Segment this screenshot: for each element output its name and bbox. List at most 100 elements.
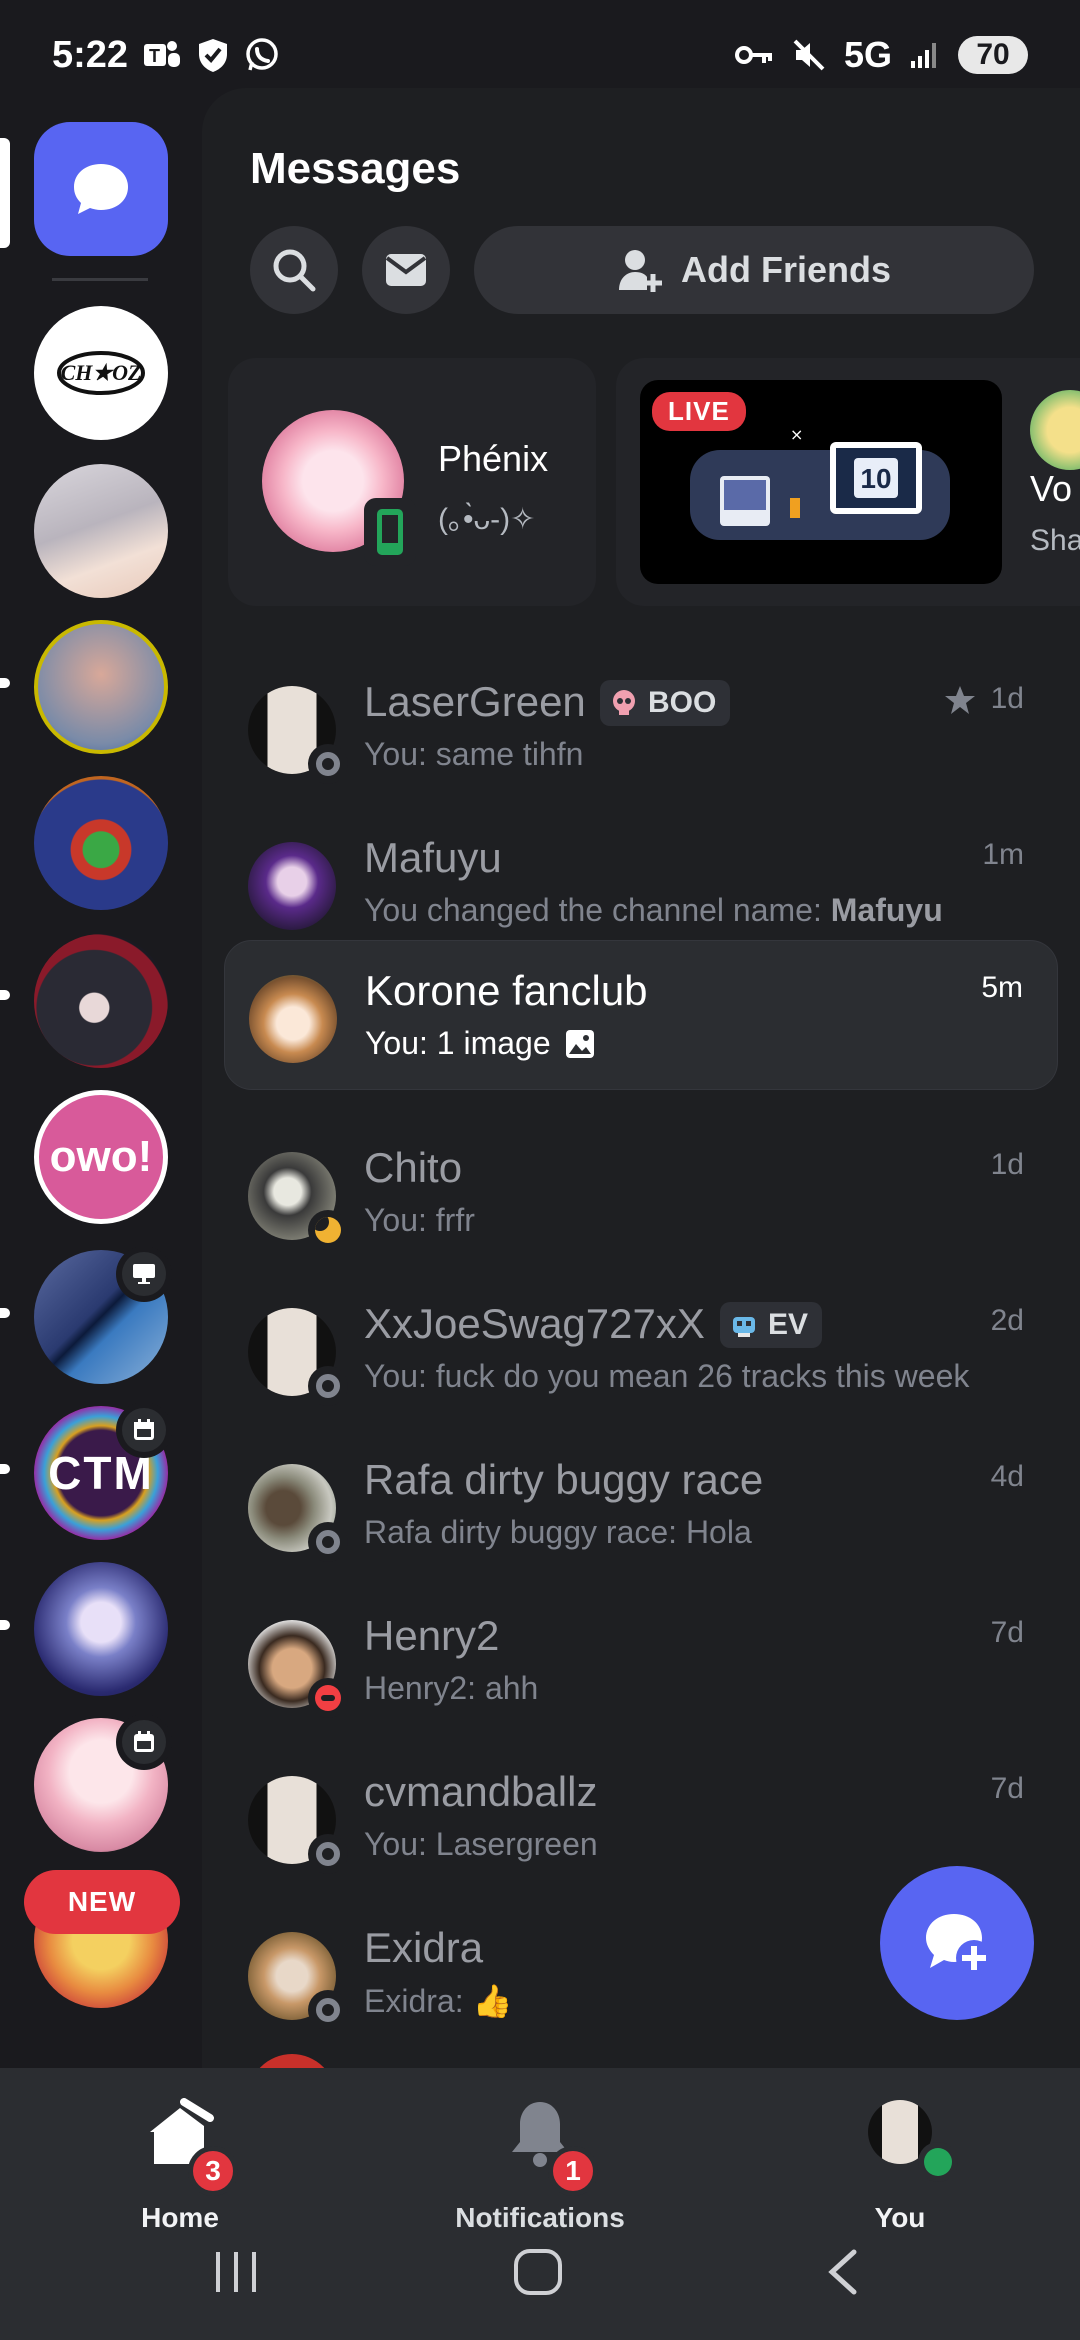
dm-preview: Exidra: 👍 xyxy=(364,1983,513,2019)
dm-row-chito[interactable]: Chito You: frfr 1d xyxy=(224,1118,1058,1268)
server-tag: EV xyxy=(720,1302,823,1348)
dm-row-lasergreen[interactable]: LaserGreen BOO You: same tihfn 1d xyxy=(224,652,1058,802)
add-friends-button[interactable]: Add Friends xyxy=(474,226,1034,314)
dm-row-rafa-dirty-buggy-race[interactable]: Rafa dirty buggy race Rafa dirty buggy r… xyxy=(224,1430,1058,1580)
svg-text:×: × xyxy=(790,425,803,444)
server-icon-2[interactable] xyxy=(34,464,168,598)
dm-preview: You: same tihfn xyxy=(364,736,584,772)
mute-icon xyxy=(793,39,825,71)
offline-status-icon xyxy=(308,1834,348,1874)
skull-icon xyxy=(608,687,640,719)
dm-name: Henry2 xyxy=(364,1612,500,1659)
nav-notifications[interactable]: 1 Notifications xyxy=(420,2098,660,2233)
dm-preview: You: fuck do you mean 26 tracks this wee… xyxy=(364,1358,970,1394)
server-tag-label: EV xyxy=(768,1308,809,1341)
streamer-avatar xyxy=(1030,390,1080,470)
search-icon xyxy=(273,249,316,292)
dm-preview: You: 1 image xyxy=(365,1025,595,1062)
dm-preview: You: frfr xyxy=(364,1202,475,1238)
preview-highlight: Mafuyu xyxy=(830,892,943,928)
dm-name: Mafuyu xyxy=(364,834,502,881)
event-badge xyxy=(116,1714,172,1770)
live-card-name: Vo xyxy=(1030,468,1073,509)
dm-timestamp: 5m xyxy=(981,971,1023,1004)
status-time: 5:22 xyxy=(52,33,129,76)
new-unreads-pill[interactable]: NEW xyxy=(24,1870,180,1934)
add-friend-icon xyxy=(618,250,662,292)
recent-apps-button[interactable] xyxy=(212,2250,260,2294)
new-message-icon xyxy=(926,1914,992,1976)
server-icon-owo[interactable]: owo! xyxy=(34,1090,168,1224)
online-status-icon xyxy=(918,2142,958,2182)
dm-timestamp: 1m xyxy=(982,838,1024,871)
dm-preview: You: Lasergreen xyxy=(364,1826,598,1862)
monitor-icon xyxy=(133,1264,155,1284)
dm-name: Rafa dirty buggy race xyxy=(364,1456,764,1503)
add-friends-label: Add Friends xyxy=(680,249,891,290)
page-title: Messages xyxy=(250,144,461,193)
group-avatar xyxy=(248,842,336,930)
active-user-name: Phénix xyxy=(438,438,549,479)
live-badge: LIVE xyxy=(652,392,746,431)
dm-name: Korone fanclub xyxy=(365,967,648,1014)
dm-name: cvmandballz xyxy=(364,1768,598,1815)
nav-home[interactable]: 3 Home xyxy=(60,2098,300,2233)
calendar-icon xyxy=(134,1731,154,1752)
robot-icon xyxy=(728,1309,760,1341)
unread-indicator xyxy=(0,678,10,688)
mobile-status-badge xyxy=(364,498,416,566)
server-icon-5[interactable] xyxy=(34,934,168,1068)
active-user-card[interactable]: Phénix (｡•̀ᴗ-)✧ xyxy=(228,358,596,606)
offline-status-icon xyxy=(308,1990,348,2030)
dm-row-xxjoeswag727xx[interactable]: XxJoeSwag727xX EV You: fuck do you mean … xyxy=(224,1274,1058,1424)
home-badge: 3 xyxy=(188,2146,238,2196)
preview-text: You changed the channel name: xyxy=(364,892,831,928)
new-message-button[interactable] xyxy=(880,1866,1034,2020)
dm-row-korone-fanclub[interactable]: Korone fanclub You: 1 image 5m xyxy=(224,940,1058,1090)
signal-icon xyxy=(911,43,936,68)
calendar-icon xyxy=(134,1419,154,1440)
dm-preview: You changed the channel name: Mafuyu xyxy=(364,892,943,929)
event-badge xyxy=(116,1402,172,1458)
sidebar-divider xyxy=(52,278,148,281)
server-icon-4[interactable] xyxy=(34,776,168,910)
search-button[interactable] xyxy=(250,226,338,314)
dm-row-henry2[interactable]: Henry2 Henry2: ahh 7d xyxy=(224,1586,1058,1736)
dm-preview: Rafa dirty buggy race: Hola xyxy=(364,1514,752,1550)
dm-row-mafuyu[interactable]: Mafuyu You changed the channel name: Maf… xyxy=(224,808,1058,958)
live-activity-card[interactable]: 10 × LIVE Vo Sha xyxy=(616,358,1080,606)
dm-timestamp: 1d xyxy=(990,1148,1024,1181)
back-button[interactable] xyxy=(824,2248,860,2296)
selected-indicator xyxy=(0,138,10,248)
dm-name: Chito xyxy=(364,1144,463,1191)
status-right: 5G 70 xyxy=(734,34,1028,76)
system-navigation-bar xyxy=(0,2200,1080,2340)
svg-text:T: T xyxy=(149,46,160,66)
server-icon-9[interactable] xyxy=(34,1562,168,1696)
dm-timestamp: 7d xyxy=(990,1772,1024,1805)
server-icon-choz[interactable]: CH★OZ xyxy=(34,306,168,440)
direct-messages-button[interactable] xyxy=(34,122,168,256)
idle-status-icon xyxy=(308,1210,348,1250)
dm-timestamp: 1d xyxy=(990,682,1024,715)
dm-timestamp: 7d xyxy=(990,1616,1024,1649)
envelope-icon xyxy=(385,254,427,286)
choz-logo: CH★OZ xyxy=(57,351,145,395)
home-system-button[interactable] xyxy=(512,2248,564,2296)
dm-name: Exidra xyxy=(364,1924,484,1971)
unread-indicator xyxy=(0,1620,10,1630)
user-avatar xyxy=(248,2054,336,2068)
inbox-button[interactable] xyxy=(362,226,450,314)
messages-panel: Messages Add Friends Phénix (｡•̀ᴗ-)✧ 10 xyxy=(202,88,1080,2068)
screen-share-badge xyxy=(116,1246,172,1302)
mobile-icon xyxy=(377,509,403,555)
preview-text: You: 1 image xyxy=(365,1025,551,1061)
server-icon-3[interactable] xyxy=(34,620,168,754)
nav-you[interactable]: You xyxy=(780,2098,1020,2233)
teams-icon: T xyxy=(144,41,181,67)
svg-text:CH★OZ: CH★OZ xyxy=(61,360,142,385)
active-user-status: (｡•̀ᴗ-)✧ xyxy=(438,503,536,536)
server-tag: BOO xyxy=(600,680,731,726)
chat-bubble-icon xyxy=(74,164,128,214)
group-avatar xyxy=(249,975,337,1063)
